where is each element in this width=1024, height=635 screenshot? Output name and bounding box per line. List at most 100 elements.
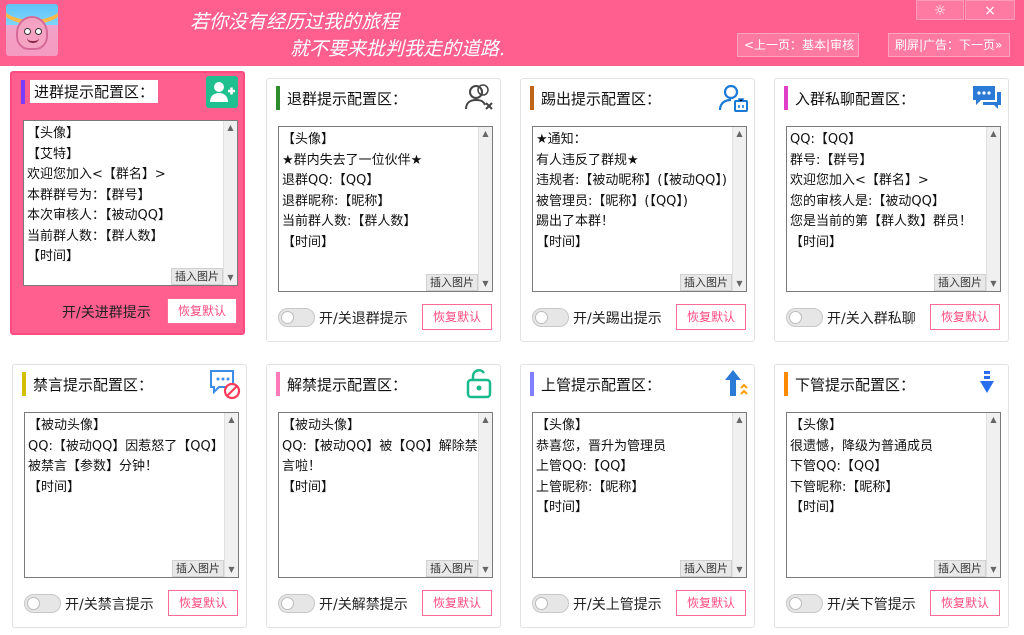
enable-toggle[interactable] — [24, 594, 61, 613]
scroll-down-icon[interactable]: ▼ — [987, 277, 1000, 291]
slogan-line-1: 若你没有经历过我的旅程 — [190, 11, 400, 33]
message-template-textarea[interactable]: 【被动头像】 QQ:【被动QQ】被【QQ】解除禁言啦！ 【时间】 ▲ ▼ 插入图… — [278, 412, 493, 578]
prev-page-button[interactable]: <上一页：基本|审核 — [737, 33, 859, 57]
insert-image-button[interactable]: 插入图片 — [934, 274, 986, 291]
reset-default-button[interactable]: 恢复默认 — [422, 590, 492, 616]
scroll-up-icon[interactable]: ▲ — [224, 121, 237, 135]
message-template-textarea[interactable]: 【头像】 恭喜您，晋升为管理员 上管QQ:【QQ】 上管昵称:【昵称】 【时间】… — [532, 412, 747, 578]
scrollbar[interactable]: ▲ ▼ — [478, 127, 492, 291]
insert-image-button[interactable]: 插入图片 — [934, 560, 986, 577]
scroll-up-icon[interactable]: ▲ — [987, 413, 1000, 427]
toggle-knob — [27, 597, 40, 610]
insert-image-button[interactable]: 插入图片 — [426, 560, 478, 577]
toggle-knob — [281, 311, 294, 324]
message-template-text[interactable]: 【被动头像】 QQ:【被动QQ】被【QQ】解除禁言啦！ 【时间】 — [282, 416, 479, 498]
message-template-textarea[interactable]: 【头像】 很遗憾，降级为普通成员 下管QQ:【QQ】 下管昵称:【昵称】 【时间… — [786, 412, 1001, 578]
avatar — [6, 4, 58, 56]
promote-icon — [717, 368, 749, 400]
message-template-text[interactable]: 【头像】 【艾特】 欢迎您加入<【群名】> 本群群号为：【群号】 本次审核人：【… — [27, 124, 224, 268]
scroll-up-icon[interactable]: ▲ — [987, 127, 1000, 141]
message-template-text[interactable]: ★通知： 有人违反了群规★ 违规者:【被动昵称】(【被动QQ】) 被管理员:【昵… — [536, 130, 733, 253]
accent-bar — [784, 86, 788, 110]
scroll-up-icon[interactable]: ▲ — [733, 413, 746, 427]
card-kick-notice: 踢出提示配置区： ★通知： 有人违反了群规★ 违规者:【被动昵称】(【被动QQ】… — [520, 78, 755, 342]
accent-bar — [276, 86, 280, 110]
card-title: 解禁提示配置区： — [287, 376, 408, 394]
toggle-label: 开/关下管提示 — [827, 597, 916, 613]
close-button[interactable]: × — [965, 0, 1015, 20]
message-template-text[interactable]: 【头像】 ★群内失去了一位伙伴★ 退群QQ:【QQ】 退群昵称:【昵称】 当前群… — [282, 130, 479, 253]
enable-toggle[interactable] — [278, 594, 315, 613]
message-template-textarea[interactable]: 【头像】 ★群内失去了一位伙伴★ 退群QQ:【QQ】 退群昵称:【昵称】 当前群… — [278, 126, 493, 292]
scrollbar[interactable]: ▲ ▼ — [732, 127, 746, 291]
mute-icon — [209, 368, 241, 400]
insert-image-button[interactable]: 插入图片 — [172, 560, 224, 577]
card-header: 退群提示配置区： — [276, 84, 426, 114]
scroll-down-icon[interactable]: ▼ — [479, 563, 492, 577]
config-panel: 进群提示配置区： 【头像】 【艾特】 欢迎您加入<【群名】> 本群群号为：【群号… — [0, 62, 1024, 635]
user-add-icon — [206, 76, 238, 108]
toggle-knob — [281, 597, 294, 610]
message-template-text[interactable]: 【头像】 恭喜您，晋升为管理员 上管QQ:【QQ】 上管昵称:【昵称】 【时间】 — [536, 416, 733, 519]
card-title: 下管提示配置区： — [795, 376, 916, 394]
card-header: 入群私聊配置区： — [784, 84, 934, 114]
card-header: 解禁提示配置区： — [276, 370, 426, 400]
card-title: 进群提示配置区： — [30, 80, 159, 103]
scroll-up-icon[interactable]: ▲ — [479, 127, 492, 141]
minimize-button[interactable]: ☼ — [916, 0, 964, 20]
scrollbar[interactable]: ▲ ▼ — [732, 413, 746, 577]
message-template-text[interactable]: 【被动头像】 QQ:【被动QQ】因惹怒了【QQ】被禁言【参数】分钟！ 【时间】 — [28, 416, 225, 498]
insert-image-button[interactable]: 插入图片 — [426, 274, 478, 291]
scrollbar[interactable]: ▲ ▼ — [986, 127, 1000, 291]
accent-bar — [784, 372, 788, 396]
card-title: 上管提示配置区： — [541, 376, 662, 394]
toggle-knob — [535, 597, 548, 610]
message-template-text[interactable]: QQ:【QQ】 群号:【群号】 欢迎您加入<【群名】> 您的审核人是:【被动QQ… — [790, 130, 987, 253]
reset-default-button[interactable]: 恢复默认 — [422, 304, 492, 330]
message-template-text[interactable]: 【头像】 很遗憾，降级为普通成员 下管QQ:【QQ】 下管昵称:【昵称】 【时间… — [790, 416, 987, 519]
scrollbar[interactable]: ▲ ▼ — [986, 413, 1000, 577]
scroll-down-icon[interactable]: ▼ — [733, 277, 746, 291]
message-template-textarea[interactable]: QQ:【QQ】 群号:【群号】 欢迎您加入<【群名】> 您的审核人是:【被动QQ… — [786, 126, 1001, 292]
card-join-notice: 进群提示配置区： 【头像】 【艾特】 欢迎您加入<【群名】> 本群群号为：【群号… — [10, 71, 245, 335]
scroll-down-icon[interactable]: ▼ — [225, 563, 238, 577]
enable-toggle[interactable] — [532, 308, 569, 327]
accent-bar — [22, 372, 26, 396]
enable-toggle[interactable] — [278, 308, 315, 327]
enable-toggle[interactable] — [786, 308, 823, 327]
message-template-textarea[interactable]: ★通知： 有人违反了群规★ 违规者:【被动昵称】(【被动QQ】) 被管理员:【昵… — [532, 126, 747, 292]
slogan-line-2: 就不要来批判我走的道路. — [290, 38, 506, 60]
scroll-up-icon[interactable]: ▲ — [479, 413, 492, 427]
enable-toggle[interactable] — [786, 594, 823, 613]
scroll-up-icon[interactable]: ▲ — [733, 127, 746, 141]
scroll-up-icon[interactable]: ▲ — [225, 413, 238, 427]
scrollbar[interactable]: ▲ ▼ — [224, 413, 238, 577]
reset-default-button[interactable]: 恢复默认 — [167, 298, 237, 324]
enable-toggle[interactable] — [532, 594, 569, 613]
chat-icon — [971, 82, 1003, 114]
card-header: 踢出提示配置区： — [530, 84, 680, 114]
card-leave-notice: 退群提示配置区： 【头像】 ★群内失去了一位伙伴★ 退群QQ:【QQ】 退群昵称… — [266, 78, 501, 342]
toggle-label: 开/关入群私聊 — [827, 311, 916, 327]
toggle-label: 开/关上管提示 — [573, 597, 662, 613]
scroll-down-icon[interactable]: ▼ — [987, 563, 1000, 577]
next-page-button[interactable]: 刷屏|广告：下一页» — [888, 33, 1010, 57]
message-template-textarea[interactable]: 【头像】 【艾特】 欢迎您加入<【群名】> 本群群号为：【群号】 本次审核人：【… — [23, 120, 238, 286]
message-template-textarea[interactable]: 【被动头像】 QQ:【被动QQ】因惹怒了【QQ】被禁言【参数】分钟！ 【时间】 … — [24, 412, 239, 578]
toggle-label: 开/关退群提示 — [319, 311, 408, 327]
scroll-down-icon[interactable]: ▼ — [224, 271, 237, 285]
reset-default-button[interactable]: 恢复默认 — [930, 304, 1000, 330]
toggle-label: 开/关禁言提示 — [65, 597, 154, 613]
scroll-down-icon[interactable]: ▼ — [479, 277, 492, 291]
insert-image-button[interactable]: 插入图片 — [171, 268, 223, 285]
scrollbar[interactable]: ▲ ▼ — [478, 413, 492, 577]
card-title: 退群提示配置区： — [287, 90, 408, 108]
reset-default-button[interactable]: 恢复默认 — [676, 590, 746, 616]
reset-default-button[interactable]: 恢复默认 — [676, 304, 746, 330]
scroll-down-icon[interactable]: ▼ — [733, 563, 746, 577]
reset-default-button[interactable]: 恢复默认 — [930, 590, 1000, 616]
scrollbar[interactable]: ▲ ▼ — [223, 121, 237, 285]
reset-default-button[interactable]: 恢复默认 — [168, 590, 238, 616]
insert-image-button[interactable]: 插入图片 — [680, 560, 732, 577]
insert-image-button[interactable]: 插入图片 — [680, 274, 732, 291]
